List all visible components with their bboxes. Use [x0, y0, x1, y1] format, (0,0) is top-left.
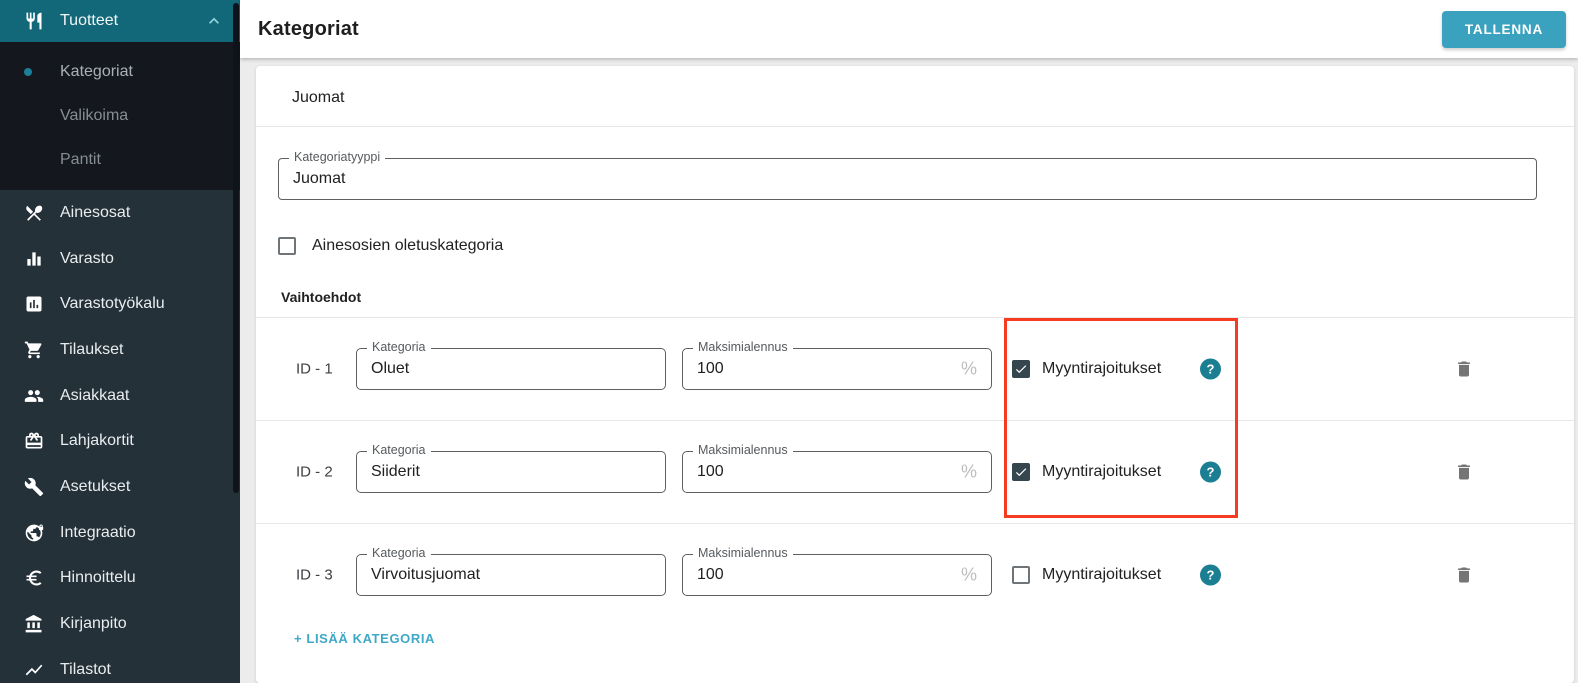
sales-restriction-label: Myyntirajoitukset [1042, 360, 1161, 378]
max-discount-input[interactable] [683, 349, 991, 389]
category-rows: ID - 1 Kategoria Maksimialennus % Myynti… [256, 317, 1574, 626]
checkbox-label: Ainesosien oletuskategoria [312, 237, 503, 255]
sidebar-item-tilastot[interactable]: Tilastot [0, 647, 240, 683]
row-id: ID - 1 [296, 361, 333, 378]
max-discount-input[interactable] [683, 452, 991, 492]
restaurant-menu-icon [24, 203, 44, 223]
delete-icon[interactable] [1454, 565, 1474, 585]
category-row-2: ID - 2 Kategoria Maksimialennus % Myynti… [256, 420, 1574, 523]
row-id: ID - 3 [296, 567, 333, 584]
sidebar-item-valikoima[interactable]: Valikoima [0, 94, 240, 138]
sales-restriction-checkbox[interactable] [1012, 360, 1030, 378]
max-discount-field: Maksimialennus % [682, 554, 992, 596]
sidebar-section-tuotteet[interactable]: Tuotteet [0, 0, 240, 42]
sidebar-section-label: Tuotteet [60, 12, 204, 30]
sidebar-item-integraatio[interactable]: Integraatio [0, 510, 240, 556]
bar-chart-icon [24, 249, 44, 269]
trending-up-icon [24, 660, 44, 680]
gift-card-icon [24, 431, 44, 451]
add-category-link[interactable]: + LISÄÄ KATEGORIA [294, 631, 435, 646]
sidebar-scrollbar[interactable] [232, 0, 240, 683]
percent-suffix: % [961, 462, 977, 483]
category-input[interactable] [357, 452, 665, 492]
max-discount-input[interactable] [683, 555, 991, 595]
chart-box-icon [24, 294, 44, 314]
category-card: Juomat Kategoriatyyppi Ainesosien oletus… [256, 66, 1574, 683]
divider [256, 126, 1574, 127]
globe-lock-icon [24, 523, 44, 543]
checkbox-icon[interactable] [278, 237, 296, 255]
options-title: Vaihtoehdot [281, 289, 361, 305]
submenu-label: Kategoriat [60, 63, 133, 81]
delete-icon[interactable] [1454, 462, 1474, 482]
default-category-checkbox-row[interactable]: Ainesosien oletuskategoria [278, 237, 503, 255]
page-title: Kategoriat [258, 18, 359, 41]
category-row-1: ID - 1 Kategoria Maksimialennus % Myynti… [256, 317, 1574, 420]
sidebar-item-lahjakortit[interactable]: Lahjakortit [0, 418, 240, 464]
bank-icon [24, 614, 44, 634]
percent-suffix: % [961, 359, 977, 380]
sidebar-item-kategoriat[interactable]: Kategoriat [0, 50, 240, 94]
help-icon[interactable]: ? [1200, 462, 1221, 483]
category-type-input[interactable] [279, 159, 1536, 199]
category-input[interactable] [357, 349, 665, 389]
field-label: Maksimialennus [693, 546, 793, 560]
sidebar-main-menu: Ainesosat Varasto Varastotyökalu Tilauks… [0, 190, 240, 683]
main-area: Kategoriat TALLENNA Juomat Kategoriatyyp… [240, 0, 1578, 683]
field-label: Kategoria [367, 443, 431, 457]
field-label: Maksimialennus [693, 443, 793, 457]
row-id: ID - 2 [296, 464, 333, 481]
chevron-up-icon[interactable] [204, 11, 224, 31]
restaurant-icon [24, 11, 44, 31]
sidebar-item-ainesosat[interactable]: Ainesosat [0, 190, 240, 236]
field-label: Kategoriatyyppi [289, 150, 385, 164]
app-window: Tuotteet Kategoriat Valikoima Pantit Ain… [0, 0, 1578, 683]
category-row-3: ID - 3 Kategoria Maksimialennus % Myynti… [256, 523, 1574, 626]
sidebar-item-hinnoittelu[interactable]: Hinnoittelu [0, 556, 240, 602]
category-field: Kategoria [356, 348, 666, 390]
field-label: Kategoria [367, 340, 431, 354]
help-icon[interactable]: ? [1200, 565, 1221, 586]
active-dot-icon [24, 68, 32, 76]
topbar: Kategoriat TALLENNA [240, 0, 1578, 58]
sidebar-item-varastotyokalu[interactable]: Varastotyökalu [0, 281, 240, 327]
sidebar-item-kirjanpito[interactable]: Kirjanpito [0, 601, 240, 647]
field-label: Maksimialennus [693, 340, 793, 354]
delete-icon[interactable] [1454, 359, 1474, 379]
sidebar: Tuotteet Kategoriat Valikoima Pantit Ain… [0, 0, 240, 683]
save-button[interactable]: TALLENNA [1442, 11, 1566, 48]
max-discount-field: Maksimialennus % [682, 451, 992, 493]
sidebar-item-asiakkaat[interactable]: Asiakkaat [0, 373, 240, 419]
category-input[interactable] [357, 555, 665, 595]
people-icon [24, 386, 44, 406]
category-field: Kategoria [356, 451, 666, 493]
sidebar-item-asetukset[interactable]: Asetukset [0, 464, 240, 510]
sidebar-item-pantit[interactable]: Pantit [0, 138, 240, 182]
sales-restriction-checkbox[interactable] [1012, 463, 1030, 481]
scrollbar-thumb[interactable] [233, 3, 239, 493]
sidebar-item-varasto[interactable]: Varasto [0, 236, 240, 282]
shopping-cart-icon [24, 340, 44, 360]
wrench-icon [24, 477, 44, 497]
sidebar-item-tilaukset[interactable]: Tilaukset [0, 327, 240, 373]
submenu-label: Pantit [60, 151, 101, 169]
max-discount-field: Maksimialennus % [682, 348, 992, 390]
sales-restriction-checkbox[interactable] [1012, 566, 1030, 584]
help-icon[interactable]: ? [1200, 359, 1221, 380]
sales-restriction-label: Myyntirajoitukset [1042, 566, 1161, 584]
category-field: Kategoria [356, 554, 666, 596]
sidebar-submenu: Kategoriat Valikoima Pantit [0, 42, 240, 190]
field-label: Kategoria [367, 546, 431, 560]
submenu-label: Valikoima [60, 107, 128, 125]
euro-icon [24, 568, 44, 588]
percent-suffix: % [961, 565, 977, 586]
category-type-field: Kategoriatyyppi [278, 158, 1537, 200]
sales-restriction-label: Myyntirajoitukset [1042, 463, 1161, 481]
category-name: Juomat [292, 89, 344, 107]
